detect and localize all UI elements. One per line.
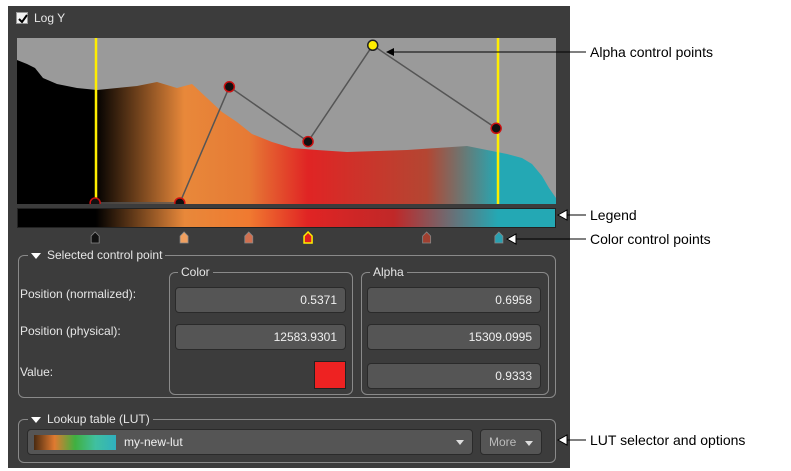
annotation-legend: Legend (590, 207, 637, 223)
annotation-alpha-control-points: Alpha control points (590, 44, 713, 60)
annotation-color-control-points: Color control points (590, 231, 711, 247)
annotation-lut-selector: LUT selector and options (590, 432, 746, 448)
